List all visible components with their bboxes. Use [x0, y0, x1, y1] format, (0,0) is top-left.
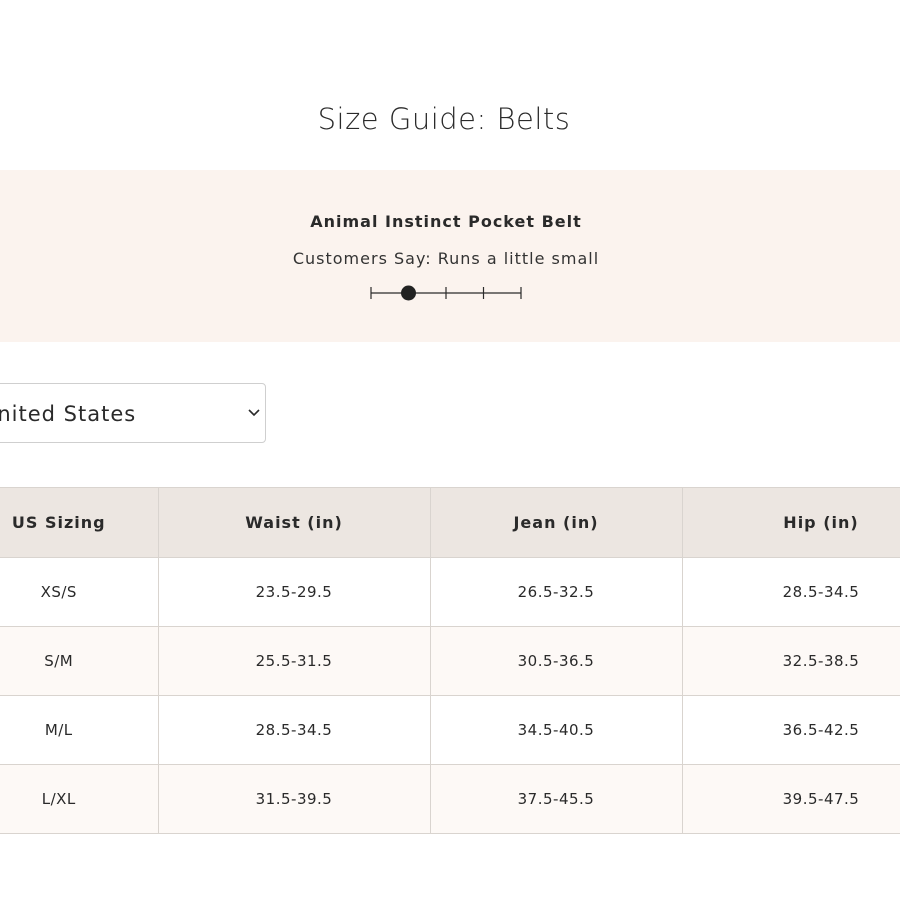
- fit-scale-indicator-dot: [401, 285, 416, 301]
- chevron-down-icon: [248, 409, 260, 417]
- cell-jean: 30.5-36.5: [430, 626, 683, 696]
- fit-scale: [370, 285, 522, 301]
- header-waist: Waist (in): [158, 487, 431, 558]
- cell-hip: 32.5-38.5: [682, 626, 900, 696]
- cell-waist: 28.5-34.5: [158, 695, 431, 765]
- country-select-value: United States: [0, 402, 137, 426]
- cell-jean: 37.5-45.5: [430, 764, 683, 834]
- cell-size: S/M: [0, 626, 159, 696]
- table-row: XS/S 23.5-29.5 26.5-32.5 28.5-34.5: [0, 557, 900, 627]
- cell-jean: 26.5-32.5: [430, 557, 683, 627]
- table-row: L/XL 31.5-39.5 37.5-45.5 39.5-47.5: [0, 764, 900, 834]
- table-row: S/M 25.5-31.5 30.5-36.5 32.5-38.5: [0, 626, 900, 696]
- size-table: US Sizing Waist (in) Jean (in) Hip (in) …: [0, 487, 900, 834]
- header-hip: Hip (in): [682, 487, 900, 558]
- customers-say-text: Customers Say: Runs a little small: [292, 249, 600, 268]
- cell-jean: 34.5-40.5: [430, 695, 683, 765]
- cell-size: M/L: [0, 695, 159, 765]
- cell-hip: 28.5-34.5: [682, 557, 900, 627]
- header-us-sizing: US Sizing: [0, 487, 159, 558]
- table-header-row: US Sizing Waist (in) Jean (in) Hip (in): [0, 487, 900, 558]
- size-guide-page: Size Guide: Belts Animal Instinct Pocket…: [0, 0, 900, 900]
- page-title: Size Guide: Belts: [317, 102, 571, 136]
- cell-waist: 23.5-29.5: [158, 557, 431, 627]
- cell-size: XS/S: [0, 557, 159, 627]
- cell-hip: 39.5-47.5: [682, 764, 900, 834]
- table-row: M/L 28.5-34.5 34.5-40.5 36.5-42.5: [0, 695, 900, 765]
- country-select[interactable]: United States: [0, 383, 266, 443]
- cell-size: L/XL: [0, 764, 159, 834]
- cell-waist: 25.5-31.5: [158, 626, 431, 696]
- cell-hip: 36.5-42.5: [682, 695, 900, 765]
- cell-waist: 31.5-39.5: [158, 764, 431, 834]
- header-jean: Jean (in): [430, 487, 683, 558]
- product-name: Animal Instinct Pocket Belt: [310, 212, 582, 231]
